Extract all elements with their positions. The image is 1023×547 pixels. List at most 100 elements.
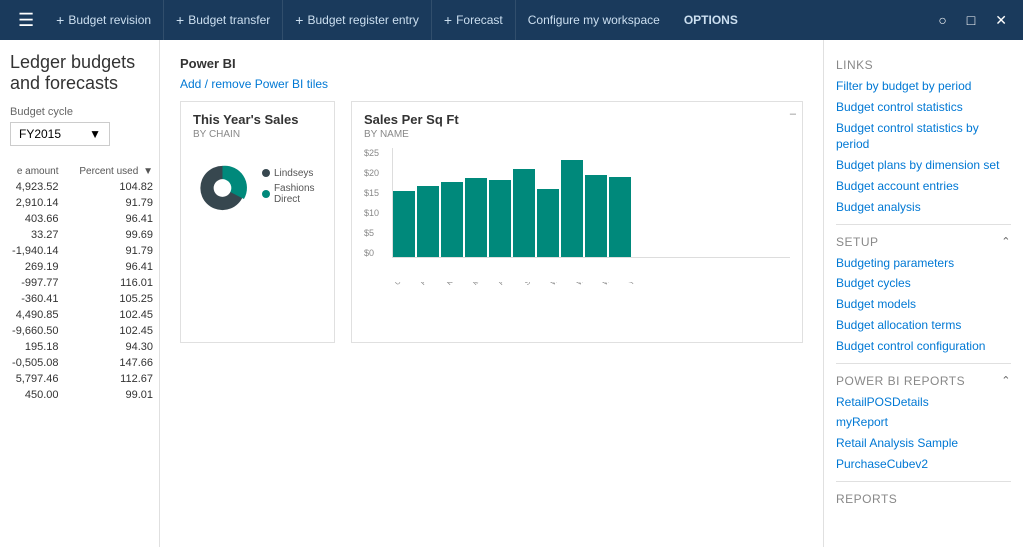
table-row: 195.1894.30	[0, 339, 159, 355]
pie-legend-item: Fashions Direct	[262, 183, 322, 205]
bar	[561, 160, 583, 257]
bar-chart-close[interactable]: –	[790, 108, 796, 120]
right-panel-link[interactable]: Budget account entries	[836, 178, 1011, 195]
bar	[417, 186, 439, 258]
budget-cycle-dropdown[interactable]: FY2015 ▼	[10, 122, 110, 146]
close-icon[interactable]: ✕	[987, 8, 1015, 33]
setup-list: Budgeting parameters Budget cycles Budget …	[836, 255, 1011, 355]
bar-chart-area: $25 $20 $15 $10 $5 $0	[364, 148, 790, 278]
pie-chart-title: This Year's Sales	[193, 112, 322, 127]
pie-dot-fashions	[262, 190, 270, 198]
nav-budget-revision[interactable]: + Budget revision	[44, 0, 164, 40]
setup-section-title: Setup ⌃	[836, 235, 1011, 249]
setup-collapse-icon[interactable]: ⌃	[1001, 235, 1011, 248]
pie-legend-item: Lindseys	[262, 168, 322, 179]
table-row: 4,490.85102.45	[0, 307, 159, 323]
bar-chart-title: Sales Per Sq Ft	[364, 112, 790, 127]
table-row: 450.0099.01	[0, 387, 159, 403]
pbi-reports-collapse-icon[interactable]: ⌃	[1001, 374, 1011, 387]
right-panel-pbi-report-link[interactable]: PurchaseCubev2	[836, 456, 1011, 473]
bar	[393, 191, 415, 257]
filter-icon[interactable]: ▼	[143, 166, 153, 177]
bar	[585, 175, 607, 258]
pie-chart-box: This Year's Sales BY CHAIN Linds	[180, 101, 335, 343]
links-list: Filter by budget by period Budget control…	[836, 78, 1011, 216]
right-panel-setup-link[interactable]: Budget models	[836, 296, 1011, 313]
nav-budget-transfer[interactable]: + Budget transfer	[164, 0, 283, 40]
right-panel-setup-link[interactable]: Budget allocation terms	[836, 317, 1011, 334]
pie-area: Lindseys Fashions Direct	[193, 148, 322, 228]
nav-budget-register-entry[interactable]: + Budget register entry	[283, 0, 432, 40]
right-panel-setup-link[interactable]: Budget cycles	[836, 275, 1011, 292]
table-row: -9,660.50102.45	[0, 323, 159, 339]
pie-dot-lindseys	[262, 169, 270, 177]
chevron-down-icon: ▼	[89, 127, 101, 141]
right-panel-link[interactable]: Filter by budget by period	[836, 78, 1011, 95]
bar-x-labels: Cincinnati 2 Fe...Ft. Oglethorpe Lindsey…	[392, 282, 790, 332]
fullscreen-icon[interactable]: □	[959, 8, 983, 32]
power-bi-header: Power BI	[180, 56, 803, 71]
right-panel-setup-link[interactable]: Budget control configuration	[836, 338, 1011, 355]
pie-chart-subtitle: BY CHAIN	[193, 129, 322, 140]
table-row: 269.1996.41	[0, 259, 159, 275]
budget-table: e amount Percent used ▼ 4,923.52104.822,…	[0, 164, 159, 403]
configure-workspace[interactable]: Configure my workspace	[516, 0, 672, 40]
bar	[537, 189, 559, 257]
right-panel-link[interactable]: Budget control statistics by period	[836, 120, 1011, 154]
divider	[836, 224, 1011, 225]
pie-label-fashions: Fashions Direct	[274, 183, 322, 205]
right-panel-pbi-report-link[interactable]: myReport	[836, 414, 1011, 431]
table-row: -0,505.08147.66	[0, 355, 159, 371]
plus-icon: +	[56, 12, 64, 28]
topbar-icons: ○ □ ✕	[930, 8, 1015, 33]
pie-svg	[193, 148, 252, 228]
options-menu[interactable]: OPTIONS	[672, 0, 750, 40]
right-panel-link[interactable]: Budget control statistics	[836, 99, 1011, 116]
pie-label-lindseys: Lindseys	[274, 168, 313, 179]
table-row: 5,797.46112.67	[0, 371, 159, 387]
table-row: 403.6696.41	[0, 211, 159, 227]
bar	[441, 182, 463, 257]
plus-icon: +	[444, 12, 452, 28]
hamburger-menu[interactable]: ☰	[8, 10, 44, 31]
reports-section-title: Reports	[836, 492, 1011, 506]
percent-col-header: Percent used ▼	[65, 164, 159, 179]
right-panel-pbi-report-link[interactable]: Retail Analysis Sample	[836, 435, 1011, 452]
bar	[489, 180, 511, 257]
pie-legend: Lindseys Fashions Direct	[262, 168, 322, 209]
plus-icon: +	[295, 12, 303, 28]
right-panel-setup-link[interactable]: Budgeting parameters	[836, 255, 1011, 272]
bar	[609, 177, 631, 257]
table-row: 2,910.1491.79	[0, 195, 159, 211]
divider	[836, 363, 1011, 364]
right-panel-link[interactable]: Budget plans by dimension set	[836, 157, 1011, 174]
left-panel: Ledger budgets and forecasts Budget cycl…	[0, 40, 160, 547]
power-bi-reports-section-title: Power BI Reports ⌃	[836, 374, 1011, 388]
bars-area	[392, 148, 790, 258]
bar-y-labels: $25 $20 $15 $10 $5 $0	[364, 148, 379, 258]
page-title: Ledger budgets and forecasts	[10, 52, 149, 94]
table-row: -997.77116.01	[0, 275, 159, 291]
refresh-icon[interactable]: ○	[930, 8, 954, 32]
bar	[465, 178, 487, 257]
right-panel-pbi-report-link[interactable]: RetailPOSDetails	[836, 394, 1011, 411]
table-row: 33.2799.69	[0, 227, 159, 243]
bar-chart-box: Sales Per Sq Ft BY NAME – $25 $20 $15 $1…	[351, 101, 803, 343]
bar	[513, 169, 535, 257]
topbar: ☰ + Budget revision + Budget transfer + …	[0, 0, 1023, 40]
right-panel: Links Filter by budget by period Budget c…	[823, 40, 1023, 547]
add-remove-pbi-link[interactable]: Add / remove Power BI tiles	[180, 77, 803, 91]
divider	[836, 481, 1011, 482]
table-row: 4,923.52104.82	[0, 179, 159, 195]
bar-chart-subtitle: BY NAME	[364, 129, 790, 140]
main-container: Ledger budgets and forecasts Budget cycl…	[0, 40, 1023, 547]
amount-col-header: e amount	[0, 164, 65, 179]
pbi-reports-list: RetailPOSDetails myReport Retail Analysis …	[836, 394, 1011, 473]
nav-forecast[interactable]: + Forecast	[432, 0, 516, 40]
budget-cycle-label: Budget cycle	[10, 106, 149, 118]
center-content: Power BI Add / remove Power BI tiles Thi…	[160, 40, 823, 547]
right-panel-link[interactable]: Budget analysis	[836, 199, 1011, 216]
charts-row: This Year's Sales BY CHAIN Linds	[180, 101, 803, 343]
links-section-title: Links	[836, 58, 1011, 72]
table-row: -1,940.1491.79	[0, 243, 159, 259]
